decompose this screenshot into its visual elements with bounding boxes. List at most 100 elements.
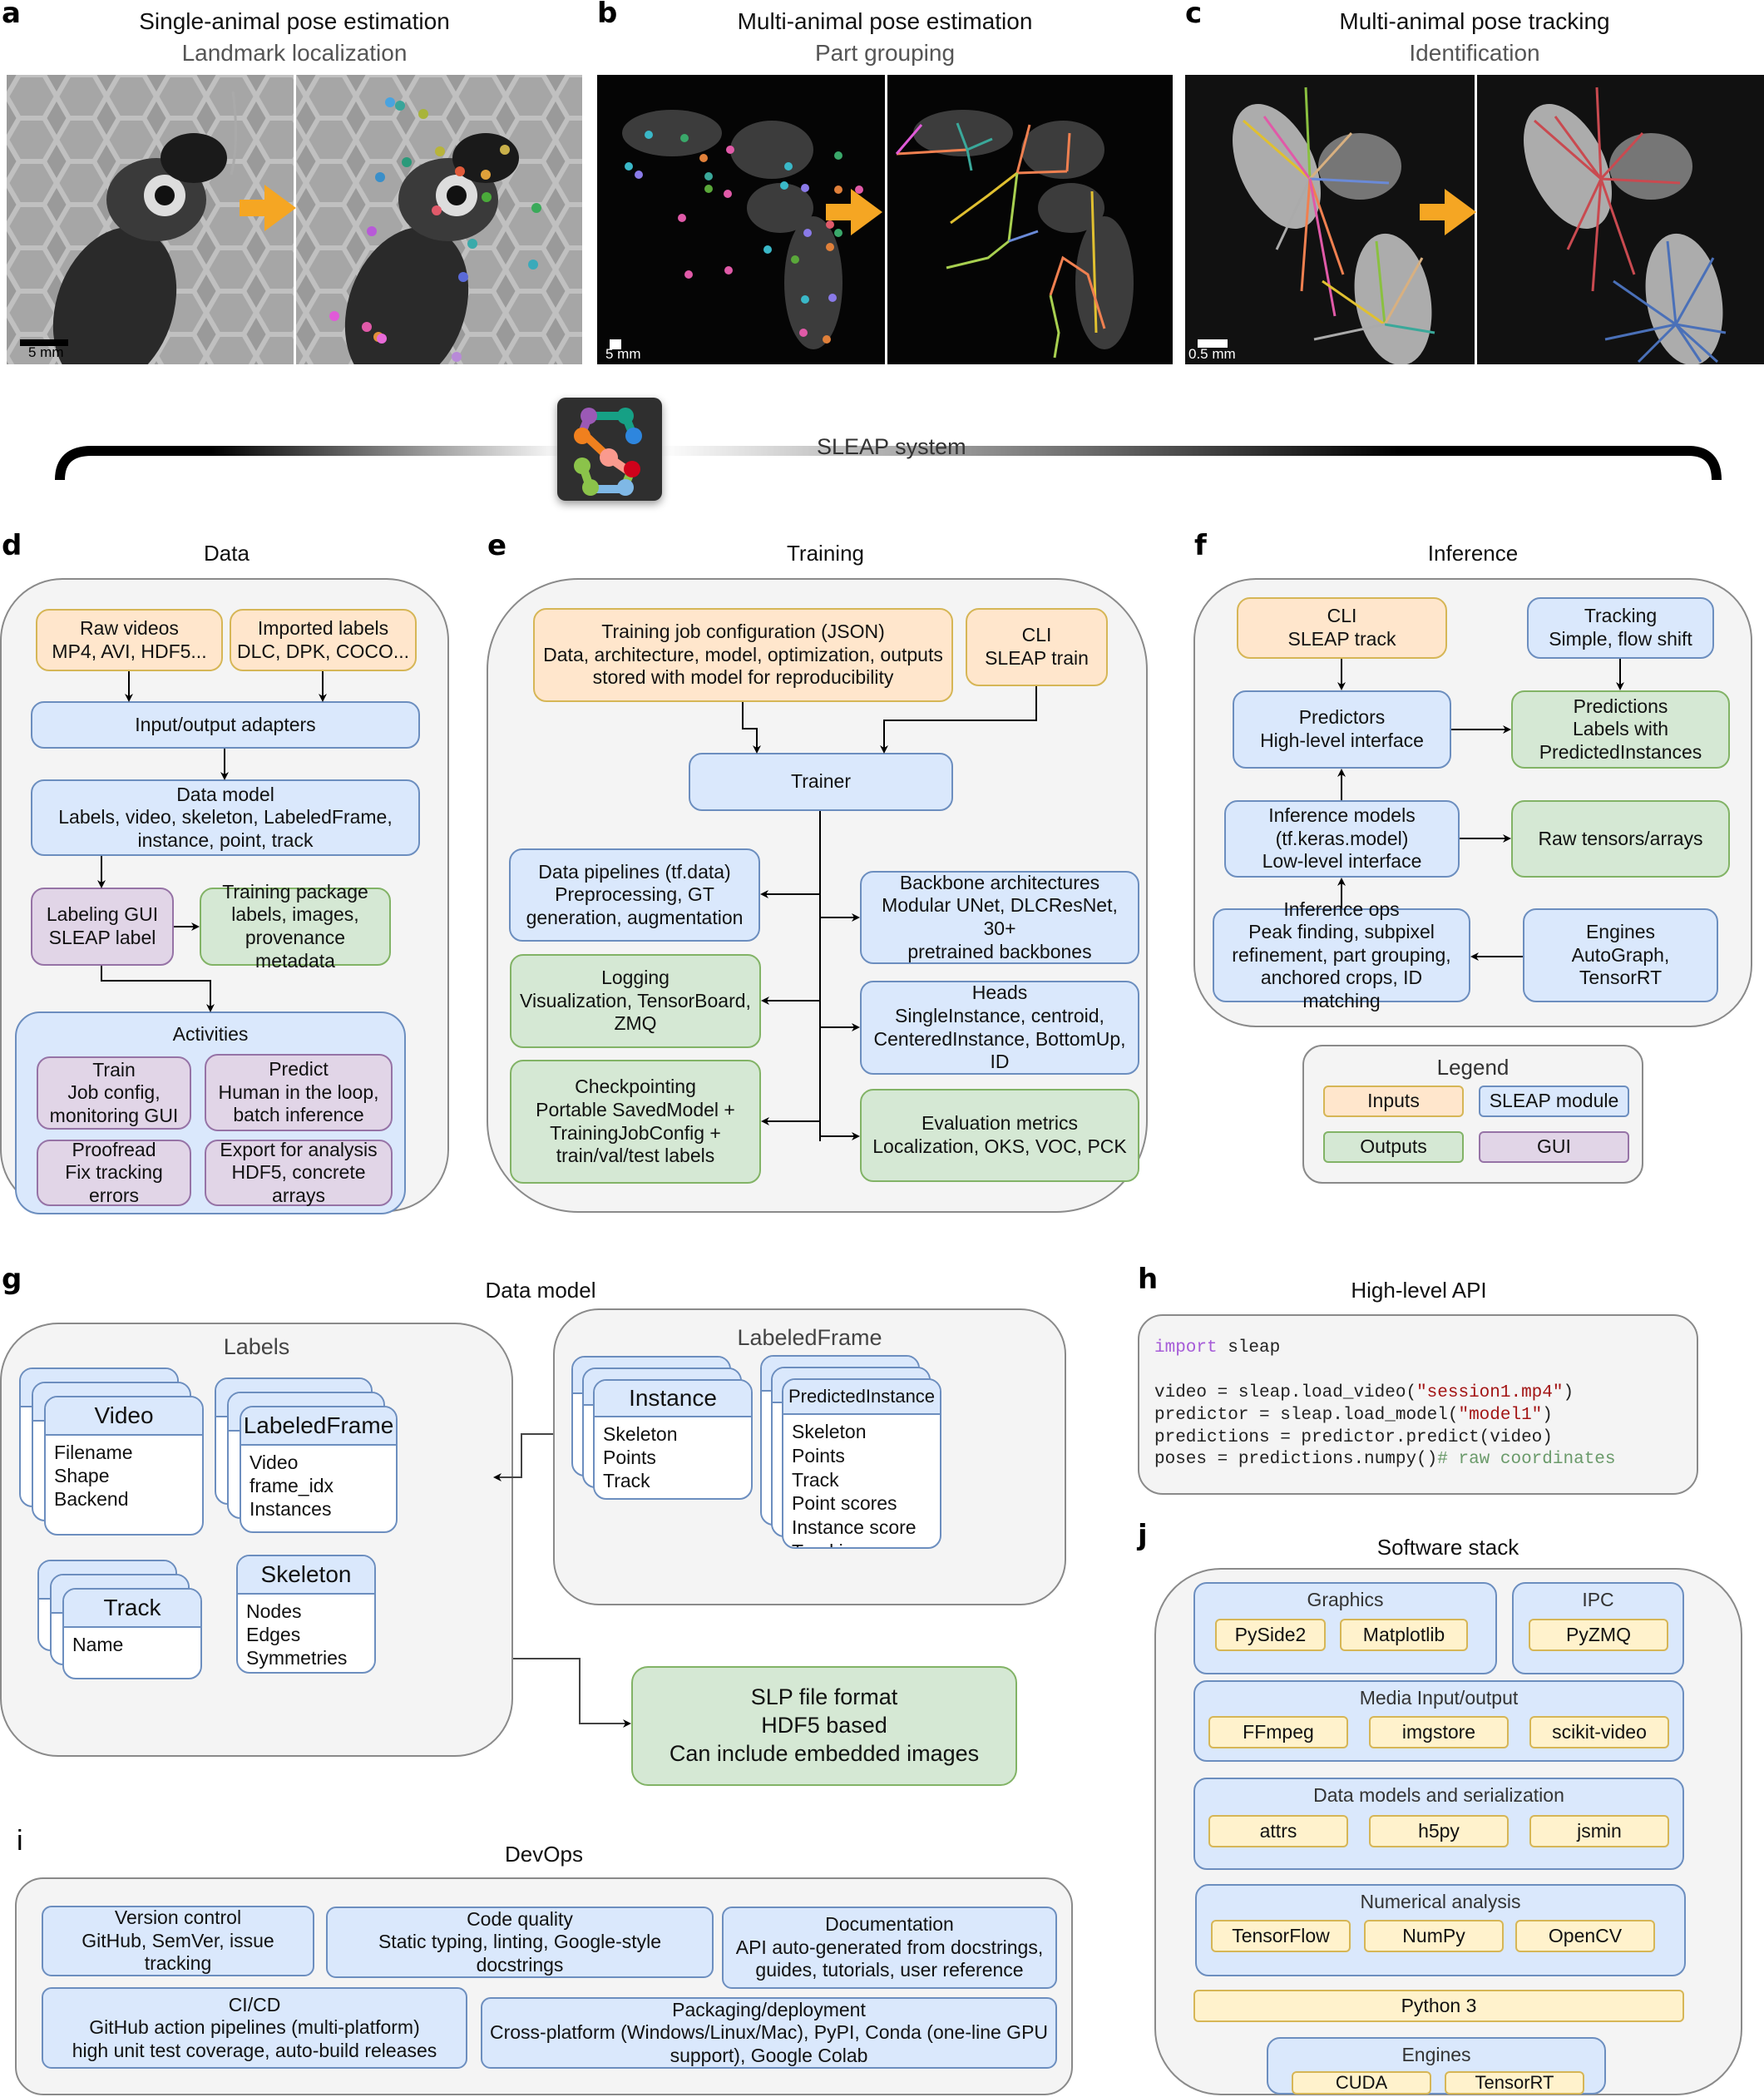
skeleton-field: Symmetries [246,1647,348,1669]
devops-code-quality: Code quality Static typing, linting, Goo… [326,1907,714,1978]
mice-image-pair: 5 mm [597,75,1173,364]
inference-models-box: Inference models (tf.keras.model) Low-le… [1224,800,1460,878]
predictors-line1: High-level interface [1260,729,1424,751]
pkg-cuda: CUDA [1292,2071,1431,2095]
checkpointing-box: Checkpointing Portable SavedModel + Trai… [510,1060,761,1184]
predictions-title: Predictions [1573,695,1668,717]
labeledframe-field: Instances [250,1498,332,1521]
io-adapters-label: Input/output adapters [135,713,316,735]
logging-box: Logging Visualization, TensorBoard, ZMQ [510,954,761,1048]
heads-line1: SingleInstance, centroid, [895,1004,1104,1026]
training-package-line2: provenance metadata [245,927,346,972]
labels-group-title: Labels [223,1334,290,1359]
backbones-line1: Modular UNet, DLCResNet, 30+ [882,894,1118,939]
inference-ops-line3: anchored crops, ID matching [1260,967,1423,1011]
data-model-line1: Labels, video, skeleton, LabeledFrame, [58,806,393,828]
engines-box: Engines AutoGraph, TensorRT [1523,908,1718,1002]
pkg-label: scikit-video [1552,1720,1647,1743]
evaluation-box: Evaluation metrics Localization, OKS, VO… [860,1089,1139,1182]
panel-f-title: Inference [1427,541,1519,566]
pkg-attrs: attrs [1208,1815,1348,1847]
pkg-python3: Python 3 [1193,1990,1684,2022]
activity-predict-line1: Human in the loop, [218,1081,379,1103]
checkpointing-title: Checkpointing [575,1076,696,1098]
labeledframe-field: Video [250,1452,299,1473]
labeledframe-field: frame_idx [250,1475,334,1497]
raw-tensors-box: Raw tensors/arrays [1511,800,1730,878]
pkg-label: OpenCV [1548,1924,1623,1946]
logging-title: Logging [601,967,670,989]
code-comment: # raw coordinates [1437,1450,1616,1470]
pkg-tensorrt: TensorRT [1445,2071,1584,2095]
inference-ops-line1: Peak finding, subpixel [1248,921,1435,943]
code-text: sleap [1217,1338,1281,1358]
sleap-logo [557,398,662,501]
video-field: Filename [54,1442,133,1463]
io-adapters-box: Input/output adapters [31,701,420,749]
scale-bar-c: 0.5 mm [1188,346,1236,362]
predicted-instance-field: Instance score [792,1516,917,1538]
activity-export-line1: HDF5, concrete arrays [231,1161,366,1206]
panel-b-title: Multi-animal pose estimation [737,8,1033,34]
pkg-ffmpeg: FFmpeg [1208,1716,1348,1748]
raw-videos-title: Raw videos [80,616,179,639]
training-package-line1: labels, images, [231,903,359,926]
devops-item-title: Version control [114,1907,242,1929]
code-text: ) [1563,1382,1574,1402]
code-text: predictions = predictor.predict(video) [1154,1427,1553,1447]
code-keyword: import [1154,1338,1218,1358]
activity-train-title: Train [92,1058,136,1081]
cli-train-title: CLI [1021,624,1052,646]
activity-predict-line2: batch inference [233,1104,364,1126]
trainer-box: Trainer [689,753,953,811]
activity-train-line1: Job config, [67,1081,161,1104]
scale-bar-a: 5 mm [28,344,64,360]
skeleton-class-name: Skeleton [238,1556,374,1595]
heads-line2: CenteredInstance, BottomUp, [873,1027,1126,1050]
activities-title: Activities [172,1023,249,1045]
job-config-box: Training job configuration (JSON) Data, … [533,608,953,702]
legend-outputs-label: Outputs [1360,1135,1427,1158]
scale-bar-b: 5 mm [605,346,641,362]
pkg-numpy: NumPy [1364,1920,1504,1952]
stack-group-title: IPC [1582,1589,1614,1610]
labeling-gui-box: Labeling GUI SLEAP label [31,888,174,966]
panel-c-subtitle: Identification [1409,40,1540,66]
stack-group-title: Engines [1401,2044,1471,2065]
raw-tensors-label: Raw tensors/arrays [1538,827,1703,849]
job-config-title: Training job configuration (JSON) [601,621,885,643]
inference-ops-title: Inference ops [1283,898,1400,920]
training-package-box: Training package labels, images, provena… [200,881,391,972]
predictions-box: Predictions Labels with PredictedInstanc… [1511,690,1730,769]
instance-class: Instance Skeleton Points Track [593,1379,753,1500]
labeledframe-class-name: LabeledFrame [241,1407,396,1446]
bee-image-drawing [7,75,582,364]
devops-item-title: Code quality [467,1907,573,1930]
trainer-label: Trainer [791,770,851,793]
pkg-opencv: OpenCV [1515,1920,1655,1952]
legend-outputs: Outputs [1323,1131,1464,1163]
data-pipelines-line2: generation, augmentation [526,906,744,928]
predicted-instance-field: Skeleton [792,1421,867,1442]
activity-train: Train Job config, monitoring GUI [37,1056,191,1130]
tracking-line1: Simple, flow shift [1549,628,1692,650]
activity-export: Export for analysis HDF5, concrete array… [205,1139,393,1206]
activity-proofread-title: Proofread [72,1138,156,1160]
devops-version-control: Version control GitHub, SemVer, issue tr… [42,1906,314,1976]
pkg-label: TensorRT [1475,2071,1554,2093]
evaluation-title: Evaluation metrics [922,1112,1078,1135]
predicted-instance-field: Tracking score [792,1540,931,1547]
pkg-label: FFmpeg [1243,1720,1314,1743]
devops-item-line: high unit test coverage, auto-build rele… [72,2039,437,2061]
api-code: import sleap video = sleap.load_video("s… [1154,1338,1616,1471]
slp-format-line1: HDF5 based [761,1713,887,1738]
predictors-title: Predictors [1298,706,1386,729]
tracking-title: Tracking [1584,605,1658,627]
data-model-box: Data model Labels, video, skeleton, Labe… [31,779,420,856]
instance-field: Track [603,1470,650,1492]
pkg-scikit-video: scikit-video [1529,1716,1669,1748]
data-model-title: Data model [176,783,274,805]
raw-videos-formats: MP4, AVI, HDF5... [52,640,207,662]
job-config-line1: Data, architecture, model, optimization,… [543,643,943,665]
backbones-line2: pretrained backbones [907,940,1092,962]
